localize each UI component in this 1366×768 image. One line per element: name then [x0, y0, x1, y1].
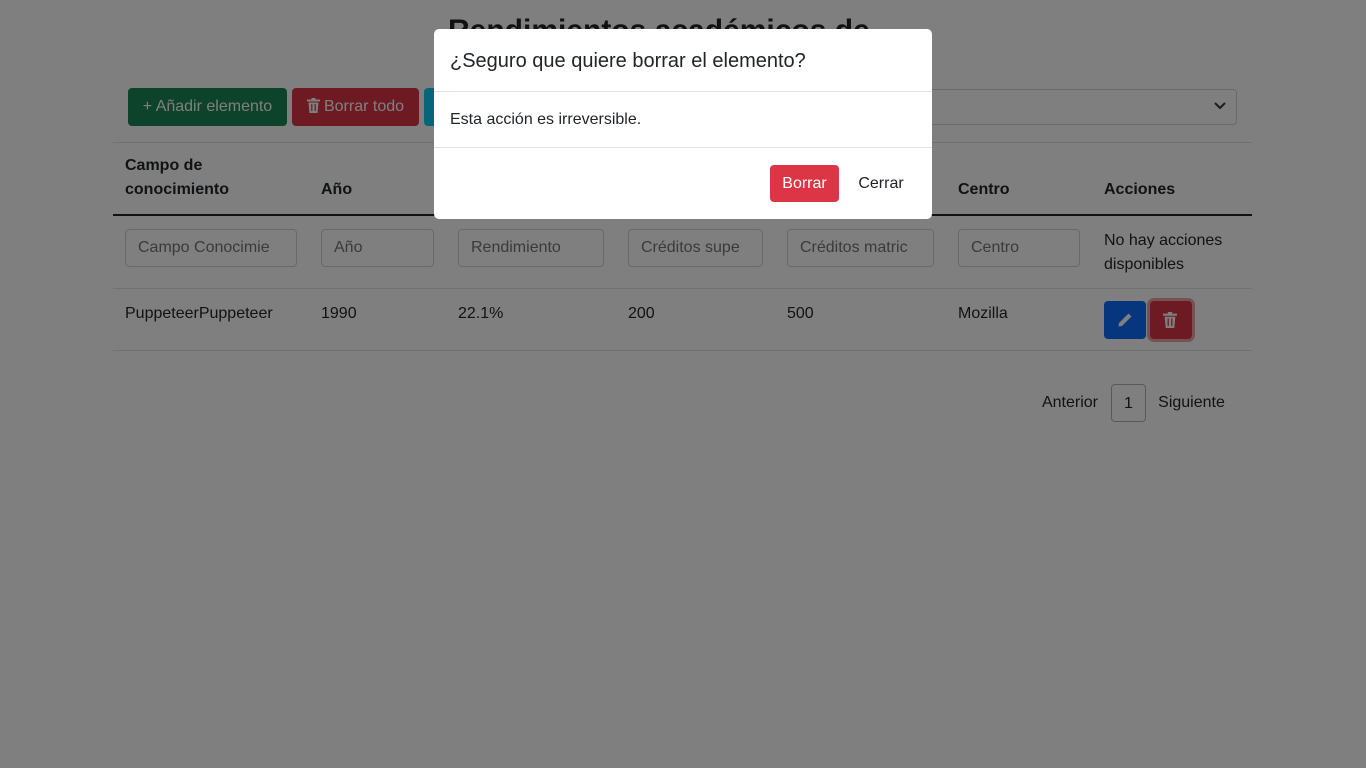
modal-title: ¿Seguro que quiere borrar el elemento? [450, 50, 806, 72]
modal-header: ¿Seguro que quiere borrar el elemento? [434, 29, 932, 92]
confirm-delete-modal: ¿Seguro que quiere borrar el elemento? E… [434, 29, 932, 219]
modal-body: Esta acción es irreversible. [434, 92, 932, 148]
modal-footer: Borrar Cerrar [434, 148, 932, 218]
confirm-delete-button[interactable]: Borrar [770, 165, 839, 202]
close-modal-button[interactable]: Cerrar [848, 165, 914, 202]
